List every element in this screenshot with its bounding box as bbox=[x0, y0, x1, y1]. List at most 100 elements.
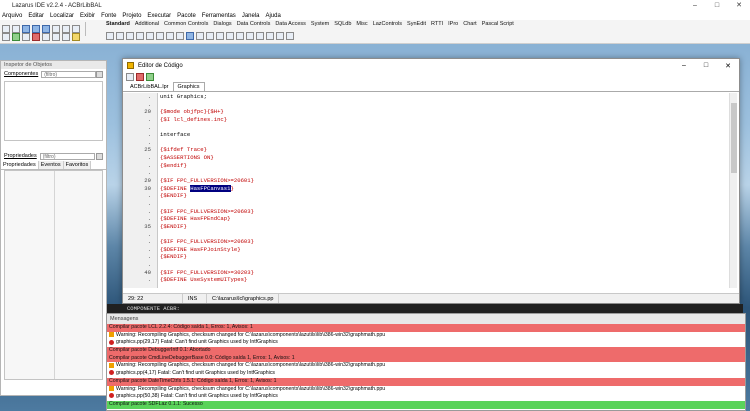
message-item[interactable]: Warning: Recompiling Graphics, checksum … bbox=[107, 332, 745, 340]
palette-tab-synedit[interactable]: SynEdit bbox=[407, 21, 426, 27]
menu-arquivo[interactable]: Arquivo bbox=[2, 13, 22, 19]
tab-graphics[interactable]: Graphics bbox=[172, 82, 205, 91]
palette-tab-rtti[interactable]: RTTI bbox=[431, 21, 443, 27]
tgroupbox-icon[interactable] bbox=[236, 32, 244, 40]
maximize-icon[interactable]: □ bbox=[706, 0, 728, 11]
toggle-form-icon[interactable] bbox=[52, 25, 60, 33]
code-line[interactable] bbox=[160, 124, 720, 132]
view-forms-icon[interactable] bbox=[72, 25, 80, 33]
tab-properties[interactable]: Propriedades bbox=[1, 161, 39, 169]
messages-list[interactable]: Compilar pacote LCL 2.2.4: Código saída … bbox=[107, 324, 745, 409]
menu-ferramentas[interactable]: Ferramentas bbox=[202, 13, 236, 19]
menu-exibir[interactable]: Exibir bbox=[80, 13, 95, 19]
property-grid[interactable] bbox=[4, 170, 103, 380]
run-icon[interactable] bbox=[12, 33, 20, 41]
message-item[interactable]: graphics.pp(50,38) Fatal: Can't find uni… bbox=[107, 393, 745, 401]
tlabel-icon[interactable] bbox=[146, 32, 154, 40]
palette-tab-dialogs[interactable]: Dialogs bbox=[213, 21, 231, 27]
message-item[interactable]: Compilar pacote CmdLineDebuggerBase 0.0:… bbox=[107, 354, 745, 363]
tmemo-icon[interactable] bbox=[166, 32, 174, 40]
message-item[interactable]: Compilar pacote DateTimeCtrls 1.5.1: Cód… bbox=[107, 377, 745, 386]
code-line[interactable]: {$ENDIF} bbox=[160, 253, 720, 261]
pause-icon[interactable] bbox=[22, 33, 30, 41]
code-line[interactable]: {$ENDIF} bbox=[160, 223, 720, 231]
code-line[interactable] bbox=[160, 139, 720, 147]
tab-acbrlibbal[interactable]: ACBrLibBAL.lpr bbox=[126, 83, 173, 91]
back-arrow-icon[interactable] bbox=[136, 73, 144, 81]
change-build-mode-icon[interactable] bbox=[2, 33, 10, 41]
new-form-icon[interactable] bbox=[12, 25, 20, 33]
palette-tab-lazcontrols[interactable]: LazControls bbox=[373, 21, 402, 27]
code-line[interactable]: {$DEFINE UseSystemUITypes} bbox=[160, 276, 720, 284]
menu-localizar[interactable]: Localizar bbox=[50, 13, 74, 19]
properties-filter-clear-icon[interactable] bbox=[96, 152, 103, 160]
palette-tab-additional[interactable]: Additional bbox=[135, 21, 159, 27]
code-line[interactable]: {$DEFINE HasFPCanvas1} bbox=[160, 184, 720, 193]
menu-executar[interactable]: Executar bbox=[147, 13, 171, 19]
palette-tab-ipro[interactable]: IPro bbox=[448, 21, 458, 27]
step-over-icon[interactable] bbox=[52, 33, 60, 41]
new-file-icon[interactable] bbox=[2, 25, 10, 33]
menu-pacote[interactable]: Pacote bbox=[177, 13, 196, 19]
palette-tab-pascal-script[interactable]: Pascal Script bbox=[482, 21, 514, 27]
code-line[interactable] bbox=[160, 261, 720, 269]
open-icon[interactable] bbox=[22, 25, 30, 33]
tcheckgroup-icon[interactable] bbox=[256, 32, 264, 40]
tab-events[interactable]: Eventos bbox=[38, 161, 64, 169]
component-tree[interactable] bbox=[4, 81, 103, 141]
tpanel-icon[interactable] bbox=[266, 32, 274, 40]
step-out-icon[interactable] bbox=[62, 33, 70, 41]
palette-tab-chart[interactable]: Chart bbox=[463, 21, 476, 27]
tcombobox-icon[interactable] bbox=[216, 32, 224, 40]
code-line[interactable]: {$ifdef Trace} bbox=[160, 146, 720, 154]
tcheckbox-icon[interactable] bbox=[186, 32, 194, 40]
code-line[interactable]: {$IF FPC_FULLVERSION>=30203} bbox=[160, 269, 720, 277]
ttogglebox-icon[interactable] bbox=[176, 32, 184, 40]
view-units-icon[interactable] bbox=[62, 25, 70, 33]
code-line[interactable] bbox=[160, 231, 720, 239]
message-item[interactable]: Compilar pacote LCL 2.2.4: Código saída … bbox=[107, 324, 745, 332]
message-item[interactable]: Compilar pacote DebuggerIntf 0.1: Aborta… bbox=[107, 347, 745, 355]
menu-fonte[interactable]: Fonte bbox=[101, 13, 116, 19]
palette-tab-standard[interactable]: Standard bbox=[106, 21, 130, 27]
forward-arrow-icon[interactable] bbox=[146, 73, 154, 81]
editor-vertical-scrollbar[interactable] bbox=[729, 93, 737, 288]
palette-tab-system[interactable]: System bbox=[311, 21, 329, 27]
code-line[interactable]: {$DEFINE HasFPJoinStyle} bbox=[160, 246, 720, 254]
components-filter-input[interactable]: (filtro) bbox=[41, 70, 97, 78]
code-line[interactable]: {$ASSERTIONS ON} bbox=[160, 154, 720, 162]
tscrollbar-icon[interactable] bbox=[226, 32, 234, 40]
stop-icon[interactable] bbox=[32, 33, 40, 41]
tradiogroup-icon[interactable] bbox=[246, 32, 254, 40]
code-line[interactable]: {$DEFINE HasFPEndCap} bbox=[160, 215, 720, 223]
run-to-cursor-icon[interactable] bbox=[72, 33, 80, 41]
tab-favorites[interactable]: Favoritos bbox=[63, 161, 92, 169]
selection-tool-icon[interactable] bbox=[106, 32, 114, 40]
code-area[interactable]: unit Graphics; {$mode objfpc}{$H+} {$I lcl… bbox=[160, 93, 720, 288]
tbutton-icon[interactable] bbox=[136, 32, 144, 40]
message-item[interactable]: Warning: Recompiling Graphics, checksum … bbox=[107, 386, 745, 394]
properties-filter-input[interactable]: (filtro) bbox=[39, 152, 95, 160]
code-line[interactable] bbox=[160, 101, 720, 109]
tactionlist-icon[interactable] bbox=[286, 32, 294, 40]
code-line[interactable]: {$IF FPC_FULLVERSION>=20603} bbox=[160, 208, 720, 216]
menu-janela[interactable]: Janela bbox=[242, 13, 260, 19]
code-line[interactable]: {$mode objfpc}{$H+} bbox=[160, 108, 720, 116]
editor-minimize-icon[interactable]: – bbox=[673, 62, 695, 70]
editor-close-icon[interactable]: ✕ bbox=[717, 62, 739, 70]
menu-ajuda[interactable]: Ajuda bbox=[266, 13, 281, 19]
tedit-icon[interactable] bbox=[156, 32, 164, 40]
code-line[interactable] bbox=[160, 169, 720, 177]
code-line[interactable] bbox=[160, 200, 720, 208]
palette-tab-common-controls[interactable]: Common Controls bbox=[164, 21, 208, 27]
palette-tab-sqldb[interactable]: SQLdb bbox=[334, 21, 351, 27]
save-all-icon[interactable] bbox=[42, 25, 50, 33]
code-line[interactable]: {$I lcl_defines.inc} bbox=[160, 116, 720, 124]
message-item[interactable]: Compilar pacote SDFLaz 0.1.1: Sucesso bbox=[107, 400, 745, 409]
tmainmenu-icon[interactable] bbox=[116, 32, 124, 40]
palette-tab-data-controls[interactable]: Data Controls bbox=[237, 21, 271, 27]
code-line[interactable]: interface bbox=[160, 131, 720, 139]
code-line[interactable]: {$ENDIF} bbox=[160, 192, 720, 200]
tradiobutton-icon[interactable] bbox=[196, 32, 204, 40]
step-into-icon[interactable] bbox=[42, 33, 50, 41]
